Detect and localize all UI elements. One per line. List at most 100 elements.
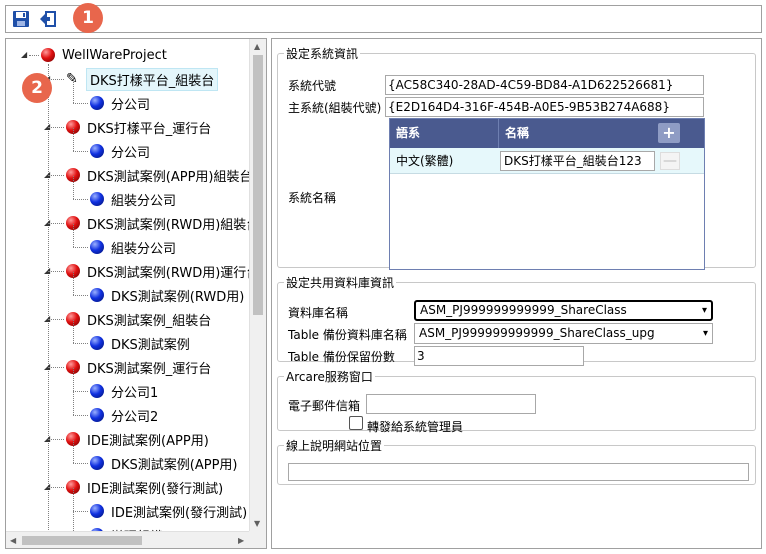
shared-db-legend: 設定共用資料庫資訊 [286, 276, 395, 290]
tree-item[interactable]: DKS打樣平台_運行台 [66, 116, 211, 138]
tree-item-label: DKS打樣平台_運行台 [87, 121, 212, 137]
tree-connector [48, 127, 64, 128]
blue-node-icon [90, 336, 104, 350]
backup-db-select[interactable]: ASM_PJ999999999999_ShareClass_upg ▾ [414, 323, 713, 344]
tree-item[interactable]: DKS測試案例(RWD用)運行台 [66, 260, 259, 282]
tree-connector [48, 271, 64, 272]
scroll-down-icon[interactable]: ▼ [254, 519, 260, 528]
tree-vertical-scrollbar[interactable]: ▲ ▼ [249, 39, 266, 533]
tree-item-label: DKS測試案例 [111, 337, 190, 353]
tree-item[interactable]: 分公司 [90, 92, 150, 114]
tree-item-label: DKS測試案例(RWD用)組裝台 [87, 217, 260, 233]
tree-connector [73, 368, 74, 391]
tree-connector [73, 247, 88, 248]
tree-connector [73, 392, 74, 415]
backup-keep-label: Table 備份保留份數 [288, 350, 395, 364]
blue-node-icon [90, 192, 104, 206]
chevron-down-icon: ▾ [701, 305, 707, 316]
db-name-select[interactable]: ASM_PJ999999999999_ShareClass ▾ [414, 300, 713, 321]
system-code-field[interactable]: {AC58C340-28AD-4C59-BD84-A1D622526681} [385, 75, 704, 95]
blue-node-icon [90, 96, 104, 110]
tree-connector [73, 199, 88, 200]
settings-panel: 設定系統資訊 系統代號 {AC58C340-28AD-4C59-BD84-A1D… [271, 38, 762, 549]
tree-connector [48, 487, 64, 488]
tree-connector [48, 64, 49, 544]
forward-admin-checkbox[interactable] [349, 416, 363, 430]
tree-item[interactable]: DKS測試案例_運行台 [66, 356, 211, 378]
tree-item[interactable]: DKS測試案例(RWD用)組裝台 [66, 212, 259, 234]
tree-item[interactable]: DKS測試案例(APP用)組裝台 [66, 164, 253, 186]
exit-icon[interactable] [39, 10, 57, 28]
tree-item[interactable]: 分公司 [90, 140, 150, 162]
system-code-label: 系統代號 [288, 79, 337, 93]
grid-col-language: 語系 [396, 126, 421, 140]
tree-connector [73, 440, 74, 463]
tree-item[interactable]: 組裝分公司 [90, 188, 176, 210]
tree-item[interactable]: IDE測試案例(發行測試) [66, 476, 223, 498]
tree-connector [48, 79, 64, 80]
tree-item-label: 分公司1 [111, 385, 159, 401]
tree-item[interactable]: 組裝分公司 [90, 236, 176, 258]
delete-row-button[interactable]: — [660, 152, 680, 170]
tree-item[interactable]: 分公司1 [90, 380, 158, 402]
tree-connector [48, 175, 64, 176]
tree-item[interactable]: IDE測試案例(APP用) [66, 428, 209, 450]
collapse-icon[interactable]: ◢ [21, 51, 28, 59]
tree-connector [73, 80, 74, 103]
tree-item-label: 分公司 [111, 145, 151, 161]
blue-node-icon [90, 408, 104, 422]
forward-admin-label: 轉發給系統管理員 [367, 420, 464, 434]
scroll-right-icon[interactable]: ▶ [238, 536, 244, 545]
tree-item[interactable]: IDE測試案例(發行測試) [90, 500, 247, 522]
help-url-legend: 線上說明網站位置 [286, 439, 383, 453]
tree-connector [73, 391, 88, 392]
tree-connector [73, 176, 74, 199]
tree-item[interactable]: DKS測試案例(APP用) [90, 452, 238, 474]
tree-item-label: DKS打樣平台_組裝台 [86, 67, 219, 91]
scroll-up-icon[interactable]: ▲ [254, 42, 260, 51]
tree-connector [73, 511, 88, 512]
scroll-left-icon[interactable]: ◀ [10, 536, 16, 545]
backup-keep-field[interactable]: 3 [414, 346, 584, 366]
tree-connector [73, 272, 74, 295]
blue-node-icon [90, 144, 104, 158]
blue-node-icon [90, 384, 104, 398]
grid-cell-name-input[interactable]: DKS打樣平台_組裝台123 [500, 151, 655, 171]
table-row[interactable]: 中文(繁體) DKS打樣平台_組裝台123 — [390, 148, 704, 174]
tree-item-label: 分公司2 [111, 409, 159, 425]
tree-connector [29, 55, 39, 56]
save-icon[interactable] [12, 10, 30, 28]
tree-item[interactable]: DKS測試案例_組裝台 [66, 308, 211, 330]
shared-db-group: 設定共用資料庫資訊 資料庫名稱 ASM_PJ999999999999_Share… [277, 274, 756, 366]
tree-horizontal-scroll-thumb[interactable] [22, 536, 142, 545]
tree-connector [73, 151, 88, 152]
tree-connector [73, 103, 88, 104]
tree-connector [73, 320, 74, 343]
tree-item[interactable]: ✎ DKS打樣平台_組裝台 [66, 67, 219, 91]
tree-item[interactable]: 分公司2 [90, 404, 158, 426]
db-name-label: 資料庫名稱 [288, 306, 349, 320]
system-name-label: 系統名稱 [288, 191, 337, 205]
help-url-field[interactable] [288, 463, 749, 481]
tree-connector [48, 367, 64, 368]
tree-connector [73, 463, 88, 464]
tree-horizontal-scrollbar[interactable]: ◀ ▶ [6, 531, 266, 548]
tree-item[interactable]: DKS測試案例 [90, 332, 190, 354]
email-label: 電子郵件信箱 [288, 399, 361, 413]
parent-system-field[interactable]: {E2D164D4-316F-454B-A0E5-9B53B274A688} [385, 97, 704, 117]
add-row-button[interactable]: + [658, 123, 680, 143]
help-url-group: 線上說明網站位置 [277, 437, 756, 485]
blue-node-icon [90, 504, 104, 518]
step-badge-1: 1 [73, 3, 103, 33]
tree-item[interactable]: DKS測試案例(RWD用) [90, 284, 244, 306]
tree-connector [73, 488, 74, 511]
tree-connector [48, 223, 64, 224]
tree-item-label: DKS測試案例(APP用)組裝台 [87, 169, 253, 185]
tree-item-label: DKS測試案例(RWD用)運行台 [87, 265, 260, 281]
scroll-corner [249, 531, 266, 548]
tree-vertical-scroll-thumb[interactable] [253, 55, 263, 315]
email-field[interactable] [366, 394, 536, 414]
tree-root[interactable]: WellWareProject [41, 44, 167, 66]
tree-item-label: DKS測試案例(APP用) [111, 457, 238, 473]
tree-item-label: 分公司 [111, 97, 151, 113]
